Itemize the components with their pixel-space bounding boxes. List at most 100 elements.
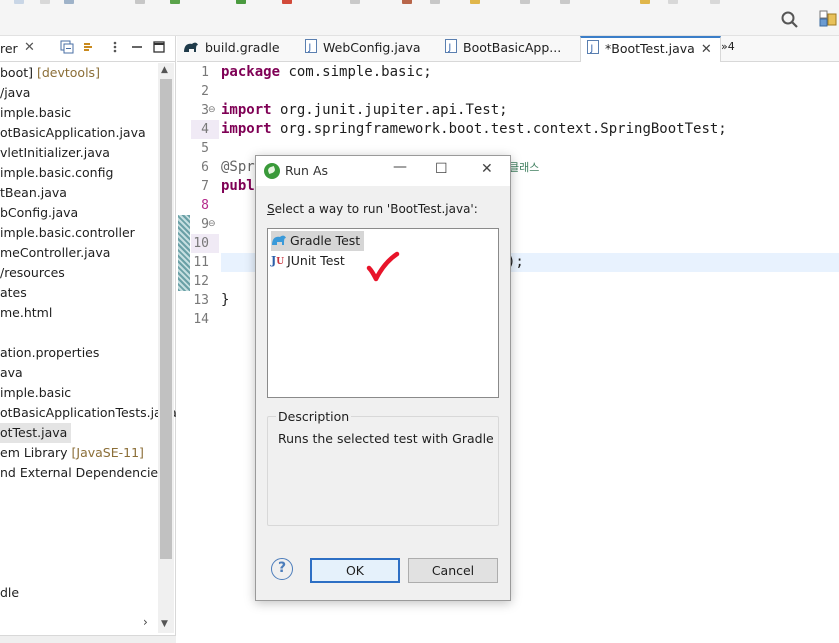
svg-text:J: J [308,43,312,53]
tree-item[interactable]: imple.basic [0,383,71,403]
tree-item[interactable]: otBasicApplication.java [0,123,146,143]
toolbar-icon-12[interactable] [520,0,530,4]
tree-item[interactable]: imple.basic.controller [0,223,135,243]
line-number: 8 [201,198,209,213]
tree-item[interactable]: /java [0,83,30,103]
close-icon[interactable]: ✕ [24,40,35,55]
toolbar-icon-10[interactable] [430,0,440,4]
tree-item[interactable]: ava [0,363,23,383]
tree-item-label: tBean.java [0,185,67,200]
toolbar-icon-3[interactable] [64,0,74,4]
tab-bootbasicapp[interactable]: J BootBasicApp... [445,36,561,62]
code-line: @Spr [221,158,255,177]
code-text: } [221,292,230,308]
tab-webconfig[interactable]: J WebConfig.java [305,36,421,62]
tab-boottest-active[interactable]: J *BootTest.java ✕ [580,36,721,62]
tree-item[interactable]: boot] [devtools] [0,63,100,83]
tree-item[interactable]: ates [0,283,27,303]
tree-item[interactable]: otBasicApplicationTests.java [0,403,177,423]
ok-button[interactable]: OK [310,558,400,583]
java-file-icon: J [305,37,317,61]
minimize-icon[interactable] [130,40,144,54]
toolbar-icon-13[interactable] [560,0,570,4]
scroll-right-icon[interactable]: › [143,615,148,629]
tree-item[interactable]: imple.basic [0,103,71,123]
perspective-icon[interactable] [818,9,838,29]
toolbar-icon-5[interactable] [170,0,180,4]
search-icon[interactable] [780,10,800,30]
line-number: 6 [201,160,209,175]
tree-item[interactable]: /resources [0,263,65,283]
tree-item-label: dle [0,585,20,600]
scroll-down-icon[interactable]: ▼ [161,619,168,629]
close-icon[interactable]: ✕ [481,161,493,177]
toolbar-icon-11[interactable] [470,0,480,4]
tree-item-label: vletInitializer.java [0,145,110,160]
dialog-title: Run As [285,163,329,178]
description-label: Description [276,409,352,424]
tree-item[interactable]: meController.java [0,243,110,263]
line-number: 2 [201,84,209,99]
tree-item-label: /java [0,85,31,100]
dialog-titlebar[interactable]: Run As — ☐ ✕ [256,156,510,186]
collapse-all-icon[interactable] [60,40,74,54]
scroll-up-icon[interactable]: ▲ [161,65,168,75]
tree-item-label: /resources [0,265,65,280]
tree-item[interactable]: bConfig.java [0,203,78,223]
code-annotation: @Spr [221,159,255,175]
maximize-icon[interactable]: ☐ [435,161,448,177]
help-icon[interactable]: ? [271,558,293,580]
prompt-text: elect a way to run 'BootTest.java': [274,202,478,216]
toolbar-icon-9[interactable] [402,0,412,4]
tree-item-decoration: [JavaSE-11] [71,445,144,460]
code-line: } [221,291,229,310]
toolbar-icon-8[interactable] [350,0,360,4]
explorer-tab[interactable]: rer ✕ [0,36,176,62]
launch-shortcut-list[interactable]: Gradle Test JU JUnit Test [267,228,499,398]
description-text: Runs the selected test with Gradle [278,431,494,446]
explorer-vertical-scrollbar[interactable]: ▲ ▼ [158,63,174,633]
toolbar-icon-2[interactable] [40,0,50,4]
line-number: 1 [201,65,209,80]
tree-item[interactable]: dle [0,583,19,603]
list-item-gradle-test[interactable]: Gradle Test [271,231,365,251]
toolbar-icon-15[interactable] [668,0,678,4]
minimize-icon[interactable]: — [393,159,407,175]
tree-item-label: me.html [0,305,53,320]
tree-item[interactable]: ation.properties [0,343,99,363]
toolbar-icon-14[interactable] [640,0,650,4]
fold-icon[interactable]: ⊖ [208,105,216,115]
editor-tabbar: build.gradle J WebConfig.java J BootBasicA… [177,36,839,62]
tab-build-gradle[interactable]: build.gradle [183,36,280,62]
view-menu-icon[interactable] [108,40,122,54]
toolbar-icon-6[interactable] [236,0,246,4]
tree-item-selected[interactable]: otTest.java [0,423,72,443]
link-editor-icon[interactable] [82,40,96,54]
code-keyword: publ [221,178,255,194]
close-icon[interactable]: ✕ [701,42,712,57]
list-item-junit-test[interactable]: JU JUnit Test [271,251,349,271]
toolbar-icon-7[interactable] [282,0,292,4]
code-line: publ [221,177,255,196]
line-number: 7 [201,179,209,194]
tree-item[interactable]: em Library [JavaSE-11] [0,443,144,463]
toolbar-icon-16[interactable] [710,0,720,4]
fold-icon[interactable]: ⊖ [208,219,216,229]
tree-item[interactable]: imple.basic.config [0,163,113,183]
tree-item[interactable]: nd External Dependencies [0,463,165,483]
cancel-button[interactable]: Cancel [408,558,498,583]
tree-item[interactable]: vletInitializer.java [0,143,110,163]
line-number: 5 [201,141,209,156]
maximize-icon[interactable] [152,40,166,54]
run-as-dialog: Run As — ☐ ✕ Select a way to run 'BootTe… [255,155,511,601]
tree-item-label: nd External Dependencies [0,465,165,480]
gradle-icon [183,37,199,61]
scrollbar-thumb[interactable] [160,79,172,559]
tab-overflow-indicator[interactable]: »4 [721,40,735,53]
tree-item[interactable]: me.html [0,303,52,323]
line-number: 9 [201,217,209,232]
toolbar-icon-4[interactable] [135,0,145,4]
toolbar-icon-1[interactable] [14,0,24,4]
tree-item-label: imple.basic [0,105,72,120]
tree-item[interactable]: tBean.java [0,183,67,203]
